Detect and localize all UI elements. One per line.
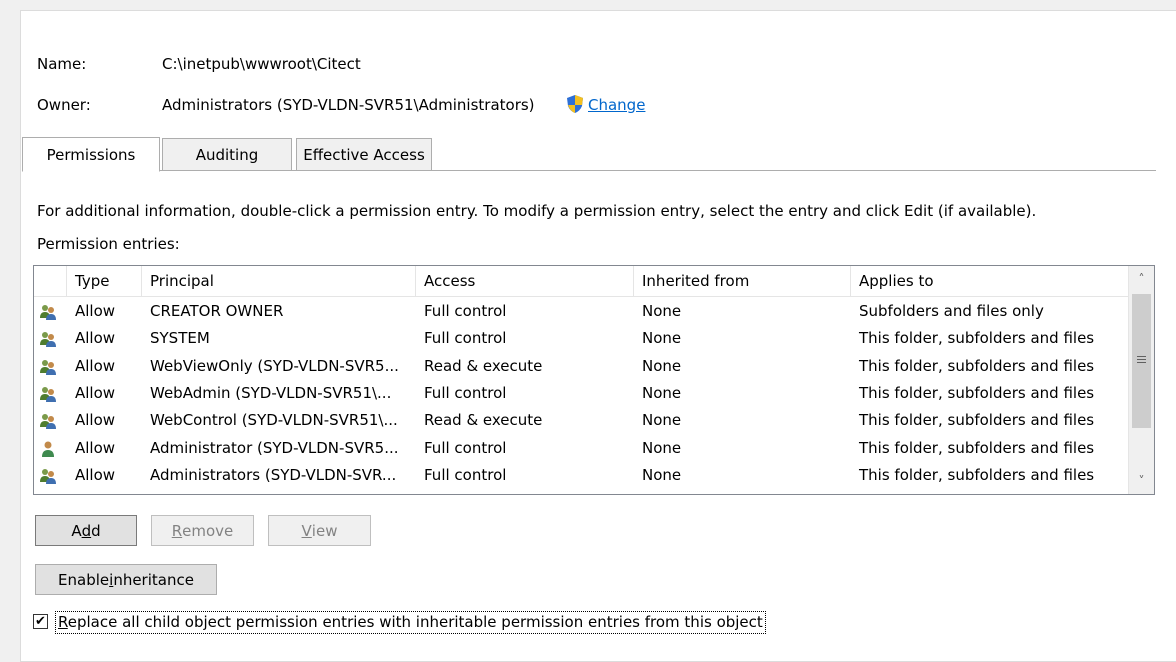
cell-type: Allow bbox=[75, 438, 116, 457]
column-header-type[interactable]: Type bbox=[67, 266, 142, 296]
column-header-inherited-from[interactable]: Inherited from bbox=[634, 266, 851, 296]
cell-applies-to: This folder, subfolders and files bbox=[859, 438, 1095, 457]
group-users-icon bbox=[39, 467, 57, 485]
cell-inherited-from: None bbox=[642, 383, 682, 402]
cell-inherited-from: None bbox=[642, 438, 682, 457]
cell-type: Allow bbox=[75, 383, 116, 402]
list-header: Type Principal Access Inherited from App… bbox=[34, 266, 1128, 297]
table-row[interactable]: Allow CREATOR OWNER Full control None Subfol… bbox=[34, 298, 1128, 325]
cell-inherited-from: None bbox=[642, 465, 682, 484]
table-row[interactable]: Allow Administrator (SYD-VLDN-SVR5... Full… bbox=[34, 435, 1128, 462]
cell-access: Full control bbox=[424, 329, 507, 348]
add-button[interactable]: Add bbox=[35, 515, 137, 546]
cell-type: Allow bbox=[75, 356, 116, 375]
cell-principal: SYSTEM bbox=[150, 329, 210, 348]
uac-shield-icon bbox=[565, 94, 585, 114]
name-value: C:\inetpub\wwwroot\Citect bbox=[162, 55, 361, 73]
replace-child-permissions-checkbox[interactable]: ✔ bbox=[33, 614, 48, 629]
view-button[interactable]: View bbox=[268, 515, 371, 546]
owner-value: Administrators (SYD-VLDN-SVR51\Administr… bbox=[162, 96, 535, 114]
checkmark-icon: ✔ bbox=[35, 614, 46, 629]
cell-applies-to: This folder, subfolders and files bbox=[859, 383, 1095, 402]
cell-principal: CREATOR OWNER bbox=[150, 302, 284, 320]
cell-applies-to: This folder, subfolders and files bbox=[859, 411, 1095, 430]
cell-access: Full control bbox=[424, 465, 507, 484]
column-header-principal[interactable]: Principal bbox=[142, 266, 416, 296]
scroll-down-icon[interactable]: ˅ bbox=[1129, 468, 1154, 494]
group-users-icon bbox=[39, 303, 57, 321]
name-label: Name: bbox=[37, 55, 87, 73]
table-row[interactable]: Allow Administrators (SYD-VLDN-SVR... Full… bbox=[34, 462, 1128, 489]
table-row[interactable]: Allow SYSTEM Full control None This folder, … bbox=[34, 325, 1128, 352]
permission-entries-label: Permission entries: bbox=[37, 235, 180, 253]
change-owner-link[interactable]: Change bbox=[588, 96, 645, 114]
owner-label: Owner: bbox=[37, 96, 91, 114]
group-users-icon bbox=[39, 330, 57, 348]
cell-inherited-from: None bbox=[642, 411, 682, 430]
cell-access: Full control bbox=[424, 302, 507, 320]
column-header-applies-to[interactable]: Applies to bbox=[851, 266, 1128, 296]
cell-access: Full control bbox=[424, 383, 507, 402]
info-text: For additional information, double-click… bbox=[37, 202, 1037, 220]
replace-child-permissions-label[interactable]: Replace all child object permission entr… bbox=[55, 611, 766, 634]
cell-principal: WebAdmin (SYD-VLDN-SVR51\... bbox=[150, 383, 392, 402]
cell-inherited-from: None bbox=[642, 356, 682, 375]
scroll-thumb[interactable] bbox=[1132, 294, 1151, 428]
cell-applies-to: This folder, subfolders and files bbox=[859, 465, 1095, 484]
enable-inheritance-button[interactable]: Enable i nheritance bbox=[35, 564, 217, 595]
cell-applies-to: Subfolders and files only bbox=[859, 302, 1044, 320]
table-row[interactable]: Allow WebViewOnly (SYD-VLDN-SVR5... Read &… bbox=[34, 353, 1128, 380]
cell-type: Allow bbox=[75, 411, 116, 430]
cell-inherited-from: None bbox=[642, 302, 682, 320]
cell-access: Full control bbox=[424, 438, 507, 457]
cell-type: Allow bbox=[75, 329, 116, 348]
tab-permissions[interactable]: Permissions bbox=[22, 137, 160, 172]
cell-type: Allow bbox=[75, 302, 116, 320]
column-header-icon[interactable] bbox=[34, 266, 67, 296]
cell-applies-to: This folder, subfolders and files bbox=[859, 356, 1095, 375]
tab-auditing[interactable]: Auditing bbox=[162, 138, 292, 171]
cell-applies-to: This folder, subfolders and files bbox=[859, 329, 1095, 348]
cell-principal: WebControl (SYD-VLDN-SVR51\... bbox=[150, 411, 398, 430]
remove-button[interactable]: Remove bbox=[151, 515, 254, 546]
cell-inherited-from: None bbox=[642, 329, 682, 348]
cell-access: Read & execute bbox=[424, 411, 543, 430]
column-header-access[interactable]: Access bbox=[416, 266, 634, 296]
table-row[interactable]: Allow WebControl (SYD-VLDN-SVR51\... Read … bbox=[34, 407, 1128, 434]
cell-type: Allow bbox=[75, 465, 116, 484]
cell-access: Read & execute bbox=[424, 356, 543, 375]
tab-effective-access[interactable]: Effective Access bbox=[296, 138, 432, 171]
table-row[interactable]: Allow WebAdmin (SYD-VLDN-SVR51\... Full co… bbox=[34, 380, 1128, 407]
group-users-icon bbox=[39, 412, 57, 430]
single-user-icon bbox=[39, 440, 57, 458]
group-users-icon bbox=[39, 385, 57, 403]
cell-principal: WebViewOnly (SYD-VLDN-SVR5... bbox=[150, 356, 399, 375]
group-users-icon bbox=[39, 358, 57, 376]
cell-principal: Administrators (SYD-VLDN-SVR... bbox=[150, 465, 397, 484]
scroll-up-icon[interactable]: ˄ bbox=[1129, 266, 1154, 292]
cell-principal: Administrator (SYD-VLDN-SVR5... bbox=[150, 438, 399, 457]
permission-entries-list[interactable]: Type Principal Access Inherited from App… bbox=[33, 265, 1155, 495]
vertical-scrollbar[interactable]: ˄ ˅ bbox=[1128, 266, 1154, 494]
